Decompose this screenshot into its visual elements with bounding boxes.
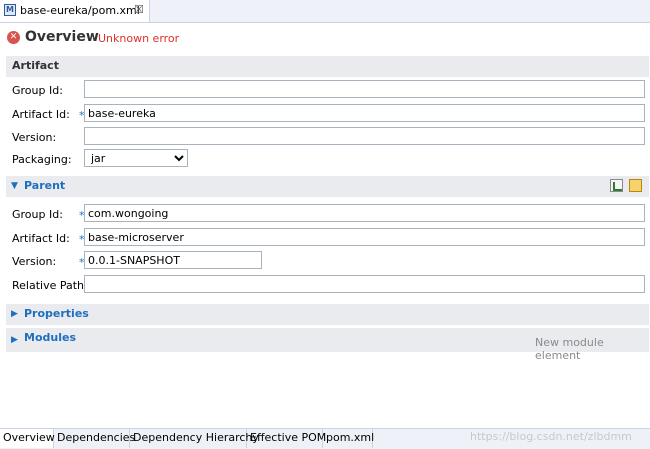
error-message: Unknown error bbox=[98, 32, 180, 45]
section-title-parent[interactable]: Parent bbox=[24, 179, 65, 192]
parent-version-label: Version: bbox=[12, 255, 57, 268]
section-properties[interactable]: ▶ Properties bbox=[6, 304, 649, 325]
tab-overview[interactable]: Overview bbox=[0, 429, 55, 448]
packaging-select[interactable]: jar bbox=[84, 149, 188, 167]
error-icon: ✕ bbox=[7, 31, 20, 44]
artifact-version-input[interactable] bbox=[84, 127, 645, 145]
section-title-properties[interactable]: Properties bbox=[24, 307, 89, 320]
parent-artifact-id-label: Artifact Id: bbox=[12, 232, 70, 245]
watermark: https://blog.csdn.net/zlbdmm bbox=[470, 430, 632, 443]
editor-tab-strip: M base-eureka/pom.xml ☒ bbox=[0, 0, 650, 23]
tab-effective-pom[interactable]: Effective POM bbox=[247, 429, 326, 448]
parent-artifact-id-input[interactable] bbox=[84, 228, 645, 246]
packaging-label: Packaging: bbox=[12, 153, 72, 166]
chevron-right-icon[interactable]: ▶ bbox=[11, 335, 18, 345]
section-title-artifact: Artifact bbox=[12, 59, 59, 72]
relative-path-label: Relative Path: bbox=[12, 279, 88, 292]
editor-tab-label: base-eureka/pom.xml bbox=[20, 4, 140, 17]
artifact-group-id-input[interactable] bbox=[84, 80, 645, 98]
artifact-version-label: Version: bbox=[12, 131, 57, 144]
section-artifact: Artifact bbox=[6, 56, 649, 77]
editor-tab-pom[interactable]: M base-eureka/pom.xml ☒ bbox=[0, 0, 150, 22]
tab-dependency-hierarchy[interactable]: Dependency Hierarchy bbox=[130, 429, 259, 448]
close-icon[interactable]: ☒ bbox=[134, 3, 144, 16]
artifact-group-id-label: Group Id: bbox=[12, 84, 63, 97]
page-title: Overview bbox=[25, 29, 99, 45]
parent-group-id-label: Group Id: bbox=[12, 208, 63, 221]
chevron-down-icon[interactable]: ▼ bbox=[11, 181, 18, 191]
chevron-right-icon[interactable]: ▶ bbox=[11, 309, 18, 319]
artifact-artifact-id-label: Artifact Id: bbox=[12, 108, 70, 121]
maven-file-icon: M bbox=[4, 4, 16, 16]
select-parent-icon[interactable] bbox=[610, 179, 623, 192]
parent-group-id-input[interactable] bbox=[84, 204, 645, 222]
parent-version-input[interactable] bbox=[84, 251, 262, 269]
new-module-hint[interactable]: New module element bbox=[535, 336, 650, 362]
tab-dependencies[interactable]: Dependencies bbox=[54, 429, 135, 448]
artifact-artifact-id-input[interactable] bbox=[84, 104, 645, 122]
tab-pom-xml[interactable]: pom.xml bbox=[323, 429, 374, 448]
section-parent[interactable]: ▼ Parent bbox=[6, 176, 649, 197]
section-title-modules[interactable]: Modules bbox=[24, 331, 76, 344]
relative-path-input[interactable] bbox=[84, 275, 645, 293]
open-folder-icon[interactable] bbox=[629, 179, 642, 192]
